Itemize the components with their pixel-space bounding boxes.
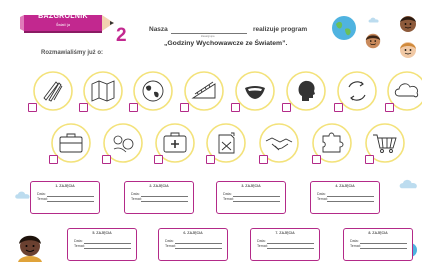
session-card-6[interactable]: 6. ZAJĘCIA Data: Temat: xyxy=(158,228,228,261)
topic-line[interactable] xyxy=(141,201,188,202)
session-title: 4. ZAJĘCIA xyxy=(335,184,355,188)
class-fill-line[interactable] xyxy=(171,33,247,34)
checkbox[interactable] xyxy=(259,155,268,164)
checkbox[interactable] xyxy=(206,155,215,164)
session-card-2[interactable]: 2. ZAJĘCIA Data: Temat: xyxy=(124,181,194,214)
topic-line[interactable] xyxy=(47,201,94,202)
cloud-decoration-icon xyxy=(399,179,417,189)
checkbox[interactable] xyxy=(334,103,343,112)
date-line[interactable] xyxy=(175,243,222,244)
topic-line[interactable] xyxy=(267,248,314,249)
session-card-1[interactable]: 1. ZAJĘCIA Data: Temat: xyxy=(30,181,100,214)
date-line[interactable] xyxy=(84,243,131,244)
class-line-hint: klasa/grupa xyxy=(201,35,215,38)
topic-line[interactable] xyxy=(360,248,407,249)
date-line[interactable] xyxy=(267,243,314,244)
child-face-bottom-icon xyxy=(18,235,42,262)
session-card-5[interactable]: 5. ZAJĘCIA Data: Temat: xyxy=(67,228,137,261)
session-card-8[interactable]: 8. ZAJĘCIA Data: Temat: xyxy=(343,228,413,261)
session-title: 6. ZAJĘCIA xyxy=(183,231,203,235)
date-line[interactable] xyxy=(141,196,188,197)
session-title: 1. ZAJĘCIA xyxy=(55,184,75,188)
date-label: Data: xyxy=(74,239,83,243)
date-label: Data: xyxy=(350,239,359,243)
tile-map[interactable] xyxy=(82,70,124,112)
checkbox[interactable] xyxy=(102,155,111,164)
topic-line[interactable] xyxy=(175,248,222,249)
section-label: Rozmawialiśmy już o: xyxy=(41,50,104,56)
map-icon xyxy=(83,71,123,111)
tile-pencils[interactable] xyxy=(32,70,74,112)
topic-line[interactable] xyxy=(84,248,131,249)
tile-mouth[interactable] xyxy=(234,70,276,112)
ruler-triangle-icon xyxy=(184,71,224,111)
tile-head[interactable] xyxy=(285,70,327,112)
checkbox[interactable] xyxy=(154,155,163,164)
tile-globe[interactable] xyxy=(132,70,174,112)
date-line[interactable] xyxy=(360,243,407,244)
pencils-icon xyxy=(33,71,73,111)
checkbox[interactable] xyxy=(49,155,58,164)
program-title: „Godziny Wychowawcze ze Światem”. xyxy=(164,40,288,47)
head-silhouette-icon xyxy=(286,71,326,111)
checkbox[interactable] xyxy=(365,155,374,164)
pencil-subtitle: Świat i ja xyxy=(55,23,70,27)
session-title: 5. ZAJĘCIA xyxy=(92,231,112,235)
topic-line[interactable] xyxy=(233,201,280,202)
checkbox[interactable] xyxy=(28,103,37,112)
sheet-number: 2 xyxy=(116,25,127,46)
pencil-title: BAZGROLNIK xyxy=(38,13,88,20)
date-line[interactable] xyxy=(47,196,94,197)
checkbox[interactable] xyxy=(385,103,394,112)
session-title: 8. ZAJĘCIA xyxy=(368,231,388,235)
checkbox[interactable] xyxy=(312,155,321,164)
child-face-1-icon xyxy=(400,16,416,32)
date-label: Data: xyxy=(223,192,232,196)
mouth-icon xyxy=(235,71,275,111)
checkbox[interactable] xyxy=(282,103,291,112)
child-face-2-icon xyxy=(365,33,381,49)
date-label: Data: xyxy=(257,239,266,243)
checkbox[interactable] xyxy=(79,103,88,112)
bazgrolnik-pencil-logo: BAZGROLNIK Świat i ja xyxy=(18,12,118,38)
date-label: Data: xyxy=(37,192,46,196)
date-line[interactable] xyxy=(233,196,280,197)
tile-ruler[interactable] xyxy=(183,70,225,112)
date-label: Data: xyxy=(317,192,326,196)
date-label: Data: xyxy=(165,239,174,243)
globe-illustration-icon xyxy=(332,16,356,40)
checkbox[interactable] xyxy=(180,103,189,112)
session-title: 3. ZAJĘCIA xyxy=(241,184,261,188)
child-face-3-icon xyxy=(400,42,416,58)
cloud-decoration-icon xyxy=(368,17,379,23)
session-title: 7. ZAJĘCIA xyxy=(275,231,295,235)
class-line-end: realizuje program xyxy=(253,26,308,33)
checkbox[interactable] xyxy=(231,103,240,112)
session-card-3[interactable]: 3. ZAJĘCIA Data: Temat: xyxy=(216,181,286,214)
class-line-start: Nasza xyxy=(149,26,168,33)
date-line[interactable] xyxy=(327,196,374,197)
session-title: 2. ZAJĘCIA xyxy=(149,184,169,188)
checkbox[interactable] xyxy=(129,103,138,112)
session-card-7[interactable]: 7. ZAJĘCIA Data: Temat: xyxy=(250,228,320,261)
session-card-4[interactable]: 4. ZAJĘCIA Data: Temat: xyxy=(310,181,380,214)
topic-line[interactable] xyxy=(327,201,374,202)
globe-icon xyxy=(133,71,173,111)
date-label: Data: xyxy=(131,192,140,196)
